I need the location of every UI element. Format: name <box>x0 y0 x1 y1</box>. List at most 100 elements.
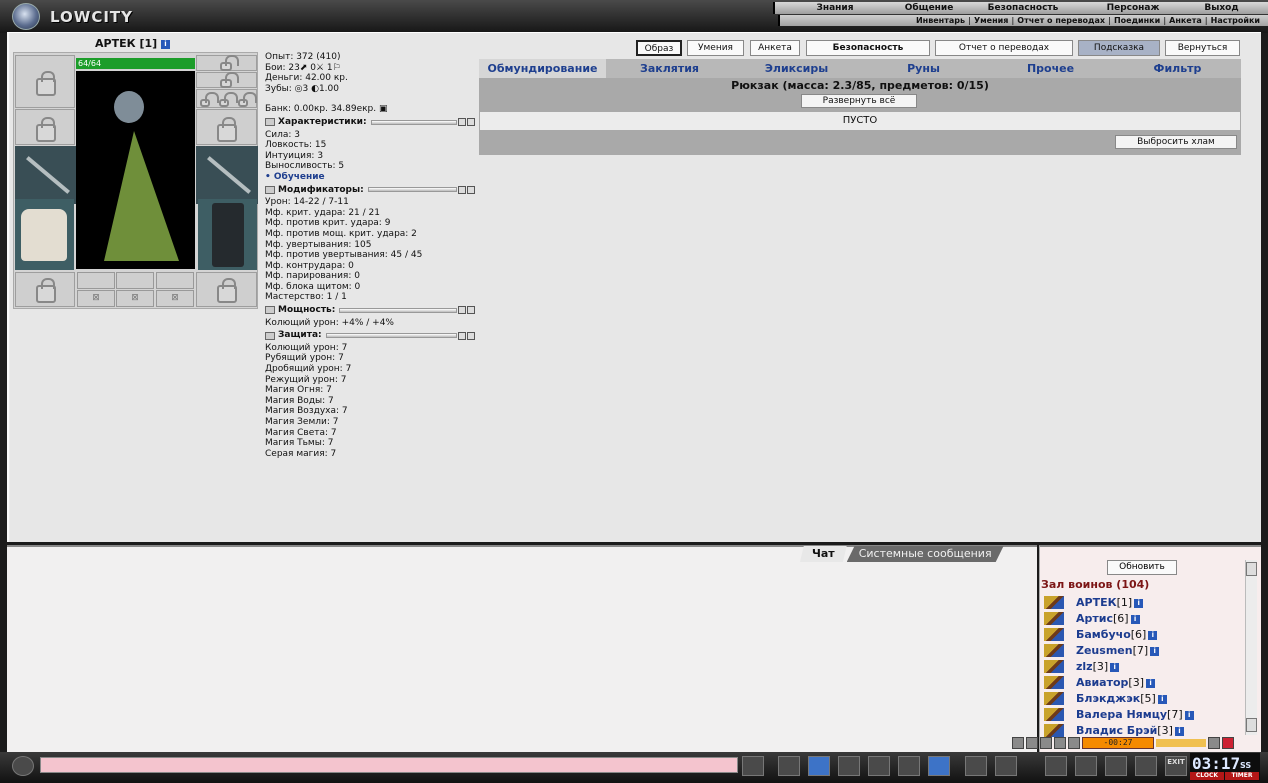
scroll-up-icon[interactable] <box>1246 562 1257 576</box>
profile-button[interactable]: Анкета <box>750 40 800 56</box>
map-icon[interactable] <box>1105 756 1127 776</box>
tab-system-messages[interactable]: Системные сообщения <box>846 546 1004 562</box>
tab-other[interactable]: Прочее <box>987 59 1114 78</box>
submenu-skills[interactable]: Умения <box>974 15 1008 26</box>
hint-button[interactable]: Подсказка <box>1078 40 1160 56</box>
defense-header[interactable]: Защита: <box>265 330 475 341</box>
characteristics-header[interactable]: Характеристики: <box>265 117 475 128</box>
online-user[interactable]: zlz[3] i <box>1043 659 1238 675</box>
user-name[interactable]: Бамбучо <box>1076 628 1131 641</box>
arrow-down-icon[interactable] <box>467 185 475 194</box>
arrow-up-icon[interactable] <box>458 331 466 340</box>
chat-settings-icon[interactable] <box>995 756 1017 776</box>
info-icon[interactable]: i <box>1157 695 1167 704</box>
minimize-icon[interactable] <box>1208 737 1220 749</box>
notice-icon[interactable] <box>838 756 860 776</box>
refresh-button[interactable]: Обновить <box>1107 560 1177 575</box>
menu-security[interactable]: Безопасность <box>963 2 1083 14</box>
user-name[interactable]: Zeusmen <box>1076 644 1133 657</box>
chat-area[interactable] <box>7 545 1037 752</box>
helmet-slot[interactable] <box>15 55 75 108</box>
tab-runes[interactable]: Руны <box>860 59 987 78</box>
right-weapon-sword[interactable] <box>196 146 258 204</box>
skills-button[interactable]: Умения <box>687 40 744 56</box>
submenu-profile[interactable]: Анкета <box>1169 15 1202 26</box>
translit-icon[interactable] <box>898 756 920 776</box>
online-user[interactable]: АРТЕК[1] i <box>1043 595 1238 611</box>
info-icon[interactable]: i <box>1150 647 1160 656</box>
rune-slot-top-3[interactable] <box>156 272 194 289</box>
collapse-icon[interactable] <box>265 185 275 194</box>
online-user[interactable]: Бамбучо[6] i <box>1043 627 1238 643</box>
smiley-menu-icon[interactable] <box>12 756 34 776</box>
collapse-icon[interactable] <box>265 306 275 315</box>
user-name[interactable]: Авиатор <box>1076 676 1128 689</box>
info-icon[interactable]: i <box>1184 711 1194 720</box>
rings-slot[interactable] <box>196 89 257 108</box>
info-icon[interactable]: i <box>1110 663 1120 672</box>
rune-slot-1[interactable]: ⊠ <box>77 290 115 307</box>
earring-slot[interactable] <box>196 55 257 71</box>
user-name[interactable]: АРТЕК <box>1076 596 1117 609</box>
transfers-button[interactable]: Отчет о переводах <box>935 40 1073 56</box>
arrow-down-icon[interactable] <box>467 331 475 340</box>
online-user[interactable]: Блэкджэк[5] i <box>1043 691 1238 707</box>
arrow-down-icon[interactable] <box>467 306 475 315</box>
bag-icon[interactable] <box>1045 756 1067 776</box>
mask-icon[interactable] <box>1075 756 1097 776</box>
back-button[interactable]: Вернуться <box>1165 40 1240 56</box>
gloves-slot[interactable] <box>196 109 257 145</box>
submenu-settings[interactable]: Настройки <box>1211 15 1260 26</box>
scroll-down-icon[interactable] <box>1246 718 1257 732</box>
private-message-icon[interactable] <box>1044 692 1064 705</box>
submenu-duels[interactable]: Поединки <box>1114 15 1160 26</box>
arrow-up-icon[interactable] <box>458 306 466 315</box>
tab-spells[interactable]: Заклятия <box>606 59 733 78</box>
private-message-icon[interactable] <box>1044 612 1064 625</box>
user-name[interactable]: Артис <box>1076 612 1113 625</box>
online-user[interactable]: Валера Нямцу[7] i <box>1043 707 1238 723</box>
user-name[interactable]: zlz <box>1076 660 1093 673</box>
rune-slot-top-2[interactable] <box>116 272 154 289</box>
appearance-button[interactable]: Образ <box>636 40 682 56</box>
arrow-down-icon[interactable] <box>467 118 475 127</box>
training-link[interactable]: • Обучение <box>265 172 475 183</box>
private-message-icon[interactable] <box>1044 660 1064 673</box>
info-icon[interactable]: i <box>1146 679 1156 688</box>
boots-slot[interactable] <box>196 272 257 307</box>
online-scrollbar[interactable] <box>1245 560 1257 735</box>
modifiers-header[interactable]: Модификаторы: <box>265 185 475 196</box>
left-weapon-sword[interactable] <box>15 146 77 204</box>
collapse-icon[interactable] <box>265 331 275 340</box>
stop-icon[interactable] <box>1040 737 1052 749</box>
user-name[interactable]: Блэкджэк <box>1076 692 1140 705</box>
expand-all-button[interactable]: Развернуть всё <box>801 94 917 108</box>
private-message-icon[interactable] <box>1044 644 1064 657</box>
play-icon[interactable] <box>1012 737 1024 749</box>
arrow-up-icon[interactable] <box>458 118 466 127</box>
prev-icon[interactable] <box>1054 737 1066 749</box>
shirt-slot[interactable] <box>15 199 74 270</box>
arrow-up-icon[interactable] <box>458 185 466 194</box>
exit-icon[interactable]: EXIT <box>1165 756 1187 776</box>
menu-knowledge[interactable]: Знания <box>775 2 895 14</box>
pants-slot[interactable] <box>198 199 257 270</box>
close-icon[interactable] <box>1222 737 1234 749</box>
online-user[interactable]: Артис[6] i <box>1043 611 1238 627</box>
info-icon[interactable]: i <box>1130 615 1140 624</box>
info-icon[interactable]: i <box>1148 631 1158 640</box>
rune-slot-top-1[interactable] <box>77 272 115 289</box>
tab-equipment[interactable]: Обмундирование <box>479 59 606 78</box>
pause-icon[interactable] <box>1026 737 1038 749</box>
eraser-icon[interactable] <box>778 756 800 776</box>
tab-filter[interactable]: Фильтр <box>1114 59 1241 78</box>
menu-exit[interactable]: Выход <box>1183 2 1260 14</box>
user-name[interactable]: Валера Нямцу <box>1076 708 1167 721</box>
chat-input[interactable] <box>40 757 738 773</box>
submenu-inventory[interactable]: Инвентарь <box>916 15 965 26</box>
next-icon[interactable] <box>1068 737 1080 749</box>
power-header[interactable]: Мощность: <box>265 305 475 316</box>
rune-slot-3[interactable]: ⊠ <box>156 290 194 307</box>
clock-mode-button[interactable]: CLOCK <box>1190 772 1224 780</box>
discard-junk-button[interactable]: Выбросить хлам <box>1115 135 1237 149</box>
